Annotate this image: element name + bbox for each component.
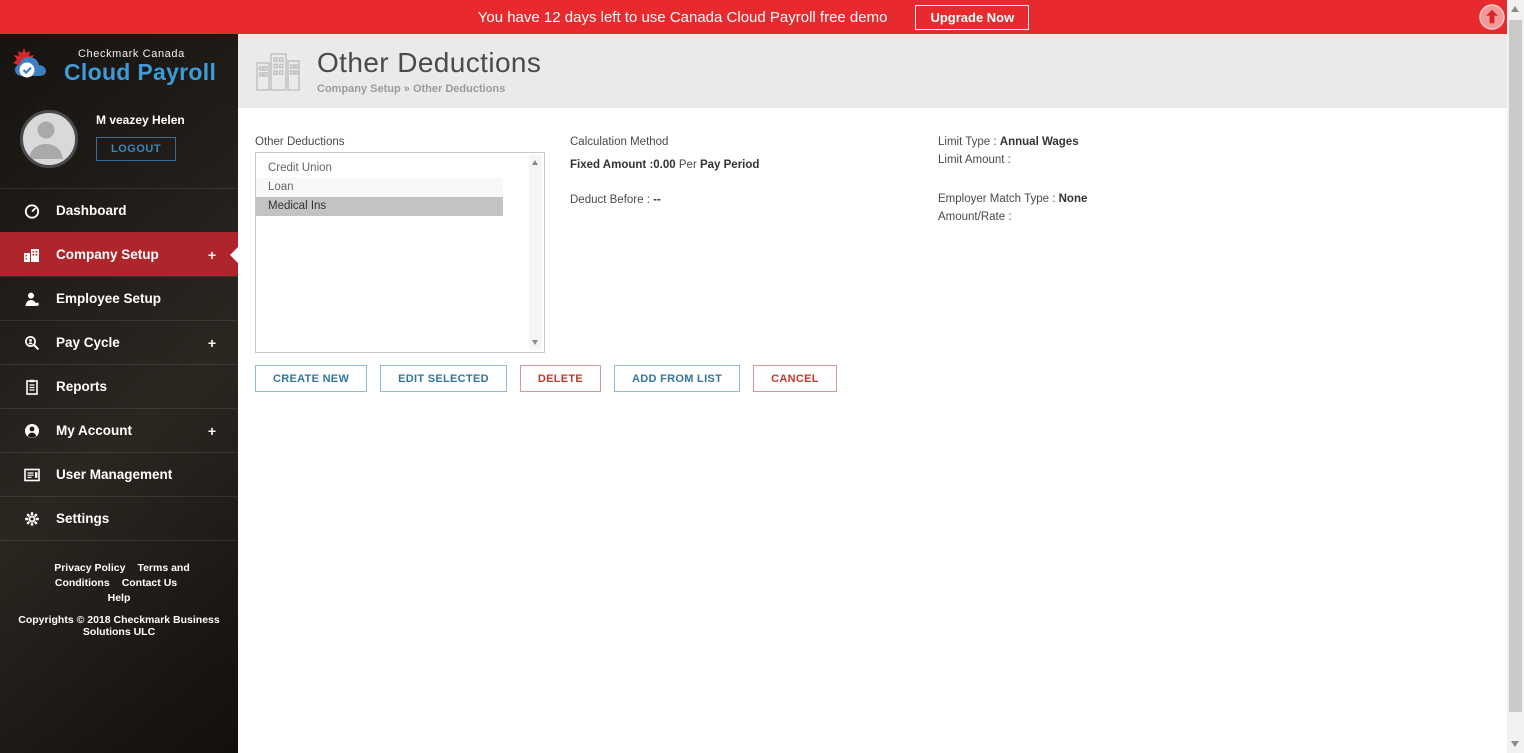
cloud-maple-logo-icon: [13, 48, 46, 78]
per-value: Pay Period: [699, 159, 760, 171]
sidebar-item-label: Settings: [56, 511, 110, 526]
sidebar: Checkmark Canada Cloud Payroll M veazey …: [0, 34, 238, 753]
brand-text: Checkmark Canada Cloud Payroll: [64, 48, 216, 84]
sidebar-item-label: Employee Setup: [56, 291, 162, 306]
expand-plus: +: [207, 246, 216, 263]
trial-banner: You have 12 days left to use Canada Clou…: [0, 0, 1507, 34]
header-text: Other Deductions Company Setup » Other D…: [317, 47, 541, 95]
page-title: Other Deductions: [317, 47, 542, 78]
delete-button[interactable]: DELETE: [519, 365, 602, 392]
amount-rate-line: Amount/Rate :: [938, 211, 1012, 223]
deduct-before-line: Deduct Before : --: [570, 194, 661, 206]
deduct-before-label: Deduct Before :: [570, 194, 650, 206]
breadcrumb: Company Setup » Other Deductions: [317, 83, 506, 95]
edit-selected-button[interactable]: EDIT SELECTED: [380, 365, 507, 392]
app-window: You have 12 days left to use Canada Clou…: [0, 0, 1524, 753]
scroll-up-arrow-icon[interactable]: [1511, 6, 1519, 12]
scroll-down-arrow-icon[interactable]: [1511, 741, 1519, 747]
copyright-text: Copyrights © 2018 Checkmark Business Sol…: [18, 614, 220, 638]
calculation-method-label: Calculation Method: [570, 136, 669, 148]
brand-logo: Checkmark Canada Cloud Payroll: [0, 34, 238, 95]
sidebar-item-my-account[interactable]: My Account +: [0, 408, 238, 452]
main-area: Other Deductions Company Setup » Other D…: [238, 34, 1507, 753]
sidebar-item-label: Company Setup: [56, 247, 159, 262]
sidebar-item-dashboard[interactable]: Dashboard: [0, 188, 238, 232]
list-item[interactable]: Loan: [256, 178, 503, 197]
action-buttons: CREATE NEW EDIT SELECTED DELETE ADD FROM…: [255, 365, 837, 392]
create-new-button[interactable]: CREATE NEW: [255, 365, 368, 392]
user-name: M veazey Helen: [96, 113, 185, 127]
scroll-down-arrow-icon[interactable]: [532, 340, 538, 345]
user-panel: M veazey Helen LOGOUT: [0, 95, 238, 186]
content-area: Other Deductions Credit Union Loan Medic…: [238, 108, 1507, 753]
scrollbar-thumb[interactable]: [1509, 20, 1522, 712]
employee-setup-icon: [22, 291, 42, 307]
settings-icon: [22, 511, 42, 527]
fixed-amount-value: :0.00: [649, 159, 676, 171]
upgrade-now-button[interactable]: Upgrade Now: [915, 4, 1030, 30]
employer-match-label: Employer Match Type :: [938, 193, 1056, 205]
listbox-scrollbar[interactable]: [529, 155, 542, 350]
sidebar-item-label: Dashboard: [56, 203, 127, 218]
trial-message: You have 12 days left to use Canada Clou…: [477, 8, 888, 26]
sidebar-item-employee-setup[interactable]: Employee Setup: [0, 276, 238, 320]
sidebar-item-label: Reports: [56, 379, 108, 394]
company-setup-icon: [22, 247, 42, 263]
contact-us-link[interactable]: Contact Us: [122, 577, 177, 589]
arrow-up-icon: [1479, 4, 1505, 30]
sidebar-item-company-setup[interactable]: Company Setup +: [0, 232, 238, 276]
fixed-amount-label: Fixed Amount: [570, 159, 647, 171]
limit-type-label: Limit Type :: [938, 136, 997, 148]
logout-button[interactable]: LOGOUT: [96, 137, 177, 161]
page-header: Other Deductions Company Setup » Other D…: [238, 34, 1507, 108]
deductions-listbox: Credit Union Loan Medical Ins: [255, 152, 545, 353]
sidebar-item-label: User Management: [56, 467, 173, 482]
per-label: Per: [678, 159, 697, 171]
employer-match-line: Employer Match Type : None: [938, 193, 1087, 205]
scroll-to-top-button[interactable]: [1479, 4, 1505, 30]
brand-bottom-line: Cloud Payroll: [64, 58, 217, 85]
cancel-button[interactable]: CANCEL: [753, 365, 837, 392]
limit-type-value: Annual Wages: [999, 136, 1079, 148]
pay-cycle-icon: [22, 335, 42, 351]
deduct-before-value: --: [653, 194, 661, 206]
sidebar-item-pay-cycle[interactable]: Pay Cycle +: [0, 320, 238, 364]
employer-match-value: None: [1058, 193, 1088, 205]
fixed-amount-line: Fixed Amount :0.00 Per Pay Period: [570, 159, 759, 171]
sidebar-item-label: Pay Cycle: [56, 335, 120, 350]
deductions-list-label: Other Deductions: [255, 136, 345, 148]
list-item-selected[interactable]: Medical Ins: [256, 197, 503, 216]
scroll-up-arrow-icon[interactable]: [532, 160, 538, 165]
reports-icon: [22, 379, 42, 395]
limit-amount-label: Limit Amount :: [938, 154, 1011, 166]
amount-rate-label: Amount/Rate :: [938, 211, 1012, 223]
help-link[interactable]: Help: [108, 592, 131, 604]
sidebar-footer-links: Privacy Policy Terms and Conditions Contac…: [0, 561, 238, 606]
add-from-list-button[interactable]: ADD FROM LIST: [614, 365, 741, 392]
person-silhouette-icon: [29, 121, 63, 159]
list-item[interactable]: Credit Union: [256, 159, 503, 178]
page-scrollbar[interactable]: [1507, 0, 1524, 753]
user-info: M veazey Helen LOGOUT: [96, 110, 185, 161]
limit-type-line: Limit Type : Annual Wages: [938, 136, 1079, 148]
sidebar-item-label: My Account: [56, 423, 133, 438]
sidebar-item-user-management[interactable]: User Management: [0, 452, 238, 496]
buildings-icon: [256, 53, 300, 91]
dashboard-icon: [22, 203, 42, 219]
sidebar-item-settings[interactable]: Settings: [0, 496, 238, 541]
sidebar-menu: Dashboard Company Setup + Employee Setup: [0, 188, 238, 541]
privacy-policy-link[interactable]: Privacy Policy: [54, 562, 125, 574]
expand-plus: +: [207, 422, 216, 439]
expand-plus: +: [207, 334, 216, 351]
limit-amount-line: Limit Amount :: [938, 154, 1011, 166]
user-management-icon: [22, 467, 42, 483]
my-account-icon: [22, 423, 42, 439]
avatar: [20, 110, 78, 168]
sidebar-item-reports[interactable]: Reports: [0, 364, 238, 408]
